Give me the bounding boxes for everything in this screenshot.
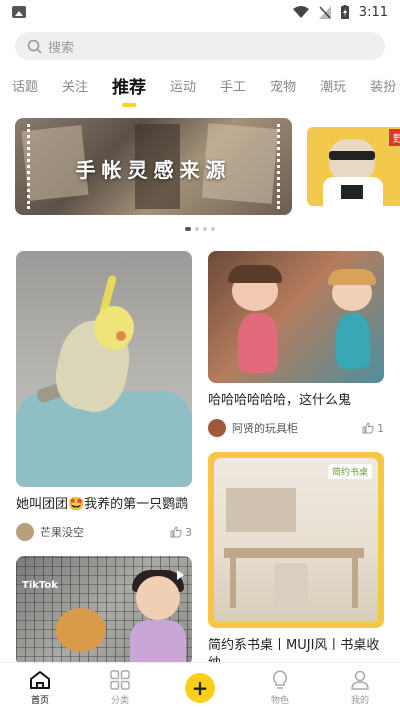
banner-pager [0, 227, 400, 231]
feed-card[interactable]: TikTok [16, 556, 192, 666]
nav-create[interactable]: + [160, 663, 240, 711]
like-count: 3 [185, 525, 192, 539]
bottom-nav: 首页 分类 + 物色 我的 [0, 662, 400, 711]
search-bar[interactable]: 搜索 [15, 32, 385, 60]
card-image-video[interactable]: TikTok [16, 556, 192, 666]
tab-handcraft[interactable]: 手工 [220, 68, 246, 95]
pager-dot [195, 227, 199, 231]
nav-discover[interactable]: 物色 [240, 663, 320, 711]
feed-card[interactable]: 简约书桌 简约系书桌丨MUJI风丨书桌收纳 [208, 452, 384, 673]
card-meta: 芒果没空 3 [16, 523, 192, 541]
author-name[interactable]: 阿贤的玩具柜 [232, 420, 362, 436]
banner-title: 手帐灵感来源 [75, 158, 232, 182]
card-caption: 她叫团团🤩我养的第一只鹦鹉 [16, 497, 189, 512]
image-label: 简约书桌 [327, 464, 372, 479]
like-button[interactable]: 3 [170, 526, 192, 539]
status-bar: 3:11 [0, 0, 400, 24]
like-button[interactable]: 1 [362, 422, 384, 435]
banner-secondary[interactable]: 野 [307, 127, 400, 206]
avatar[interactable] [208, 419, 226, 437]
nav-home-label: 首页 [30, 696, 49, 706]
feed-card[interactable]: 哈哈哈哈哈哈，这什么鬼 阿贤的玩具柜 1 [208, 251, 384, 437]
tab-following[interactable]: 关注 [62, 68, 88, 95]
search-icon [27, 39, 42, 54]
nav-home[interactable]: 首页 [0, 663, 80, 711]
image-icon [12, 6, 26, 18]
nav-discover-label: 物色 [270, 696, 289, 706]
thumbs-up-icon [362, 422, 374, 434]
thumbs-up-icon [170, 526, 182, 538]
home-icon [30, 671, 50, 689]
feed-card[interactable]: 她叫团团🤩我养的第一只鹦鹉 芒果没空 3 [16, 251, 192, 541]
nav-category[interactable]: 分类 [80, 663, 160, 711]
person-icon [351, 670, 369, 690]
card-caption: 哈哈哈哈哈哈，这什么鬼 [208, 393, 352, 408]
grid-icon [110, 670, 130, 690]
nav-profile-label: 我的 [350, 696, 369, 706]
pager-dot [211, 227, 215, 231]
signal-off-icon [318, 5, 331, 19]
author-name[interactable]: 芒果没空 [40, 524, 170, 540]
card-meta: 阿贤的玩具柜 1 [208, 419, 384, 437]
status-time: 3:11 [358, 4, 388, 20]
pager-dot [185, 227, 191, 231]
banner-journal-inspiration[interactable]: 手帐灵感来源 [15, 118, 292, 215]
tab-sports[interactable]: 运动 [170, 68, 196, 95]
nav-profile[interactable]: 我的 [320, 663, 400, 711]
tab-trendy-toys[interactable]: 潮玩 [320, 68, 346, 95]
play-icon [177, 570, 184, 580]
battery-charging-icon [340, 5, 349, 19]
plus-icon: + [185, 673, 215, 703]
card-image-parrot[interactable] [16, 251, 192, 487]
tab-pets[interactable]: 宠物 [270, 68, 296, 95]
bulb-icon [273, 670, 287, 689]
search-placeholder: 搜索 [48, 40, 75, 56]
pager-dot [203, 227, 207, 231]
nav-category-label: 分类 [110, 696, 129, 706]
tab-recommended[interactable]: 推荐 [112, 68, 146, 98]
card-image-desk[interactable]: 简约书桌 [208, 452, 384, 628]
avatar[interactable] [16, 523, 34, 541]
category-tabs: 话题 关注 推荐 运动 手工 宠物 潮玩 装扮 [0, 68, 400, 108]
tab-outfits[interactable]: 装扮 [370, 68, 396, 95]
like-count: 1 [377, 421, 384, 435]
wifi-icon [292, 6, 309, 18]
tiktok-watermark: TikTok [22, 580, 58, 591]
banner-secondary-tag: 野 [389, 129, 400, 146]
card-image-figures[interactable] [208, 251, 384, 383]
tab-topics[interactable]: 话题 [12, 68, 38, 95]
